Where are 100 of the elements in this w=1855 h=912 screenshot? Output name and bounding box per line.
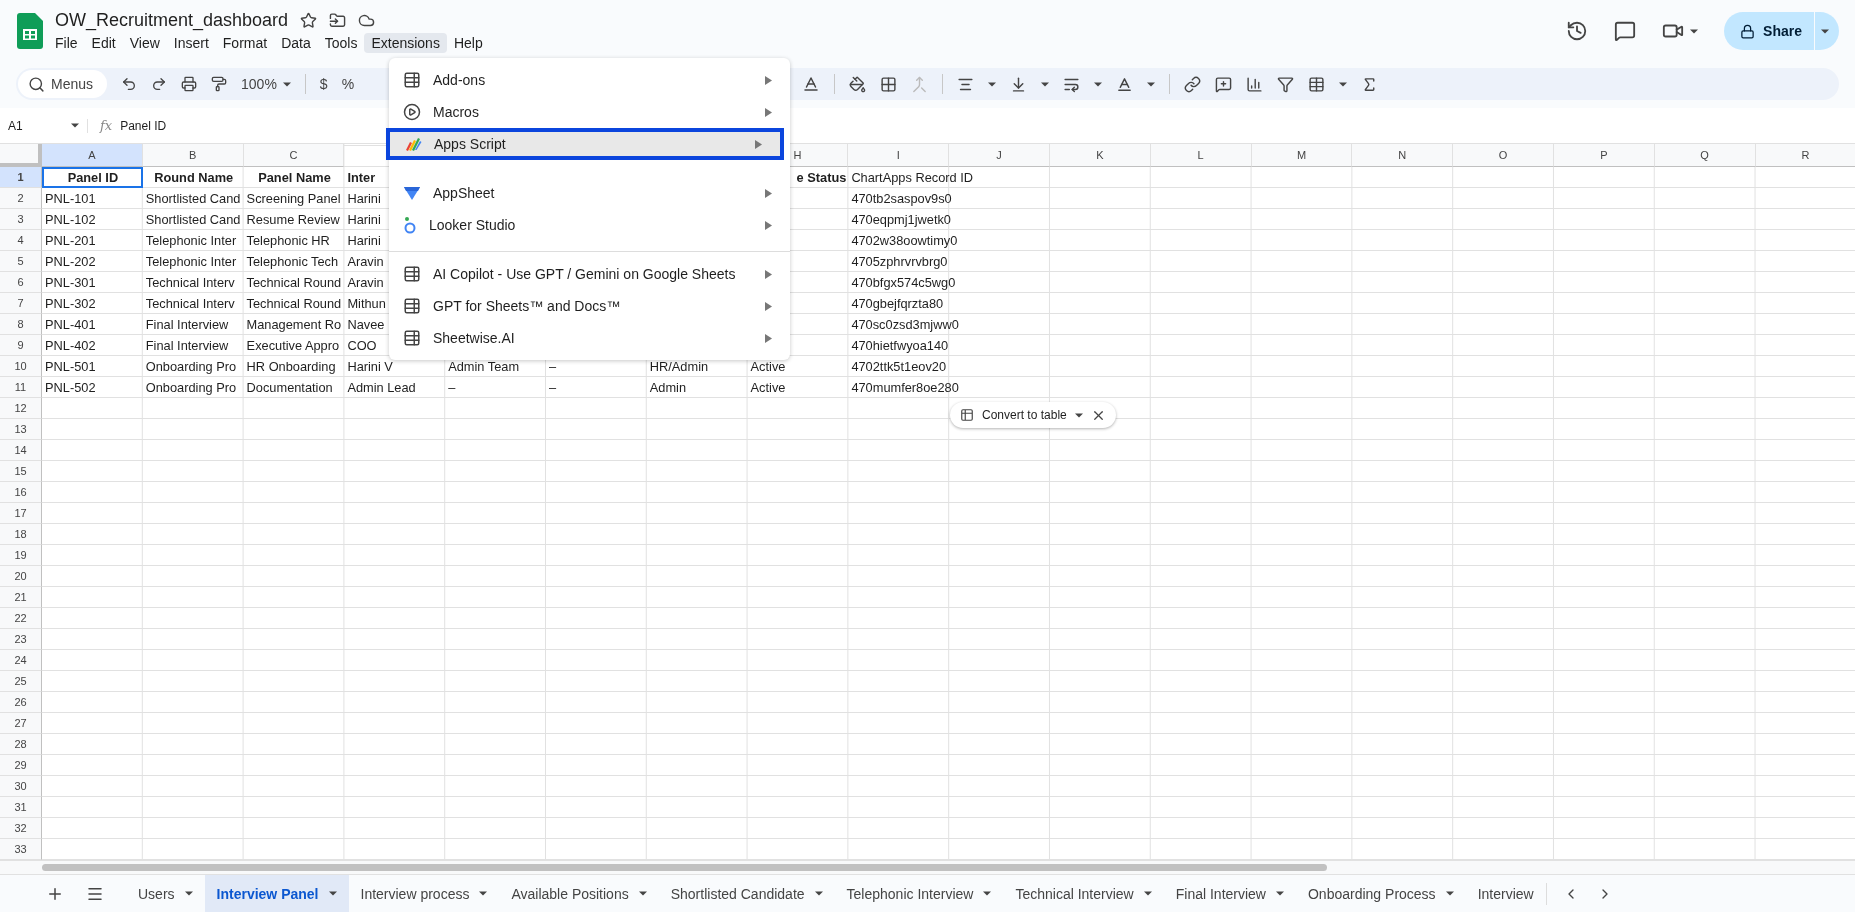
- row-header[interactable]: 1: [0, 167, 42, 188]
- row-header[interactable]: 15: [0, 461, 42, 482]
- document-title[interactable]: OW_Recruitment_dashboard: [55, 9, 289, 31]
- row-header[interactable]: 17: [0, 503, 42, 524]
- menu-item[interactable]: Data: [274, 32, 318, 53]
- column-header[interactable]: P: [1553, 144, 1655, 167]
- row-header[interactable]: 12: [0, 398, 42, 419]
- share-button[interactable]: Share: [1724, 12, 1839, 50]
- row-header[interactable]: 25: [0, 671, 42, 692]
- column-header[interactable]: O: [1453, 144, 1554, 167]
- zoom-dropdown[interactable]: 100%: [241, 76, 291, 92]
- row-header[interactable]: 2: [0, 188, 42, 209]
- chart-icon[interactable]: [1246, 75, 1264, 93]
- menu-item[interactable]: File: [48, 32, 85, 53]
- column-header[interactable]: B: [142, 144, 244, 167]
- row-header[interactable]: 28: [0, 734, 42, 755]
- sheet-tab[interactable]: Telephonic Interview: [834, 874, 1004, 912]
- folder-move-icon[interactable]: [329, 11, 347, 29]
- table-icon[interactable]: [1308, 75, 1326, 93]
- menu-item[interactable]: Insert: [166, 32, 216, 53]
- row-header[interactable]: 19: [0, 545, 42, 566]
- row-header[interactable]: 18: [0, 524, 42, 545]
- column-header[interactable]: I: [848, 144, 950, 167]
- borders-icon[interactable]: [880, 75, 898, 93]
- menu-item[interactable]: Help: [446, 32, 490, 53]
- sheet-tab[interactable]: Users: [126, 874, 205, 912]
- row-header[interactable]: 6: [0, 272, 42, 293]
- row-header[interactable]: 31: [0, 797, 42, 818]
- currency-button[interactable]: $: [319, 76, 328, 92]
- row-header[interactable]: 23: [0, 629, 42, 650]
- menu-option[interactable]: Macros: [389, 96, 790, 128]
- menu-item[interactable]: Tools: [317, 32, 365, 53]
- column-header[interactable]: N: [1352, 144, 1454, 167]
- row-header[interactable]: 20: [0, 566, 42, 587]
- column-header[interactable]: M: [1251, 144, 1353, 167]
- print-icon[interactable]: [181, 76, 198, 92]
- row-header[interactable]: 7: [0, 293, 42, 314]
- row-header[interactable]: 11: [0, 377, 42, 398]
- row-header[interactable]: 10: [0, 356, 42, 377]
- sheet-tab[interactable]: Interview: [1465, 874, 1546, 912]
- row-header[interactable]: 8: [0, 314, 42, 335]
- sheet-tab[interactable]: Onboarding Process: [1296, 874, 1466, 912]
- row-header[interactable]: 16: [0, 482, 42, 503]
- row-header[interactable]: 13: [0, 419, 42, 440]
- sheet-tab[interactable]: Interview Panel: [204, 874, 349, 912]
- history-icon[interactable]: [1566, 20, 1589, 42]
- text-color-icon[interactable]: [802, 75, 821, 93]
- row-header[interactable]: 27: [0, 713, 42, 734]
- sheet-tab[interactable]: Shortlisted Candidate: [658, 874, 835, 912]
- row-header[interactable]: 5: [0, 251, 42, 272]
- menu-option[interactable]: Sheetwise.AI: [389, 322, 790, 354]
- menu-option[interactable]: AppSheet: [389, 177, 790, 209]
- sheet-tab[interactable]: Interview process: [348, 874, 500, 912]
- comment-icon[interactable]: [1614, 20, 1637, 42]
- row-header[interactable]: 32: [0, 818, 42, 839]
- row-header[interactable]: 30: [0, 776, 42, 797]
- convert-to-table-chip[interactable]: Convert to table: [950, 402, 1116, 428]
- menu-option[interactable]: AI Copilot - Use GPT / Gemini on Google Sheets: [389, 258, 790, 290]
- sheet-tab[interactable]: Available Positions: [499, 874, 659, 912]
- menus-search-field[interactable]: Menus: [18, 70, 108, 98]
- row-header[interactable]: 14: [0, 440, 42, 461]
- sheet-tab[interactable]: Technical Interview: [1003, 874, 1164, 912]
- menu-item[interactable]: Extensions: [364, 32, 447, 53]
- row-header[interactable]: 21: [0, 587, 42, 608]
- name-box[interactable]: A1: [0, 118, 88, 133]
- redo-icon[interactable]: [151, 76, 168, 92]
- column-header[interactable]: Q: [1654, 144, 1756, 167]
- add-comment-icon[interactable]: [1215, 75, 1233, 93]
- menu-item[interactable]: View: [122, 32, 167, 53]
- row-header[interactable]: 9: [0, 335, 42, 356]
- row-header[interactable]: 33: [0, 839, 42, 860]
- fill-color-icon[interactable]: [849, 75, 867, 93]
- scrollbar-thumb[interactable]: [42, 864, 1327, 871]
- menu-option[interactable]: GPT for Sheets™ and Docs™: [389, 290, 790, 322]
- filter-icon[interactable]: [1277, 75, 1295, 93]
- column-header[interactable]: A: [42, 144, 143, 167]
- column-header[interactable]: C: [243, 144, 345, 167]
- row-header[interactable]: 4: [0, 230, 42, 251]
- star-icon[interactable]: [300, 11, 318, 29]
- undo-icon[interactable]: [121, 76, 138, 92]
- link-icon[interactable]: [1184, 75, 1202, 93]
- column-header[interactable]: R: [1755, 144, 1855, 167]
- row-header[interactable]: 3: [0, 209, 42, 230]
- sheets-logo[interactable]: [17, 13, 43, 49]
- row-header[interactable]: 26: [0, 692, 42, 713]
- row-header[interactable]: 24: [0, 650, 42, 671]
- column-header[interactable]: K: [1049, 144, 1151, 167]
- formula-input[interactable]: Panel ID: [120, 118, 167, 133]
- column-header[interactable]: L: [1150, 144, 1252, 167]
- paint-format-icon[interactable]: [211, 76, 228, 92]
- menu-item[interactable]: Format: [215, 32, 275, 53]
- sheet-tab[interactable]: Final Interview: [1163, 874, 1296, 912]
- menu-option[interactable]: Add-ons: [389, 64, 790, 96]
- menu-option[interactable]: Looker Studio: [389, 209, 790, 241]
- column-header[interactable]: J: [949, 144, 1050, 167]
- text-rotation-icon[interactable]: [1116, 75, 1134, 93]
- menu-option[interactable]: Apps Script: [386, 128, 784, 160]
- row-header[interactable]: 29: [0, 755, 42, 776]
- menu-item[interactable]: Edit: [84, 32, 123, 53]
- percent-button[interactable]: %: [341, 76, 355, 92]
